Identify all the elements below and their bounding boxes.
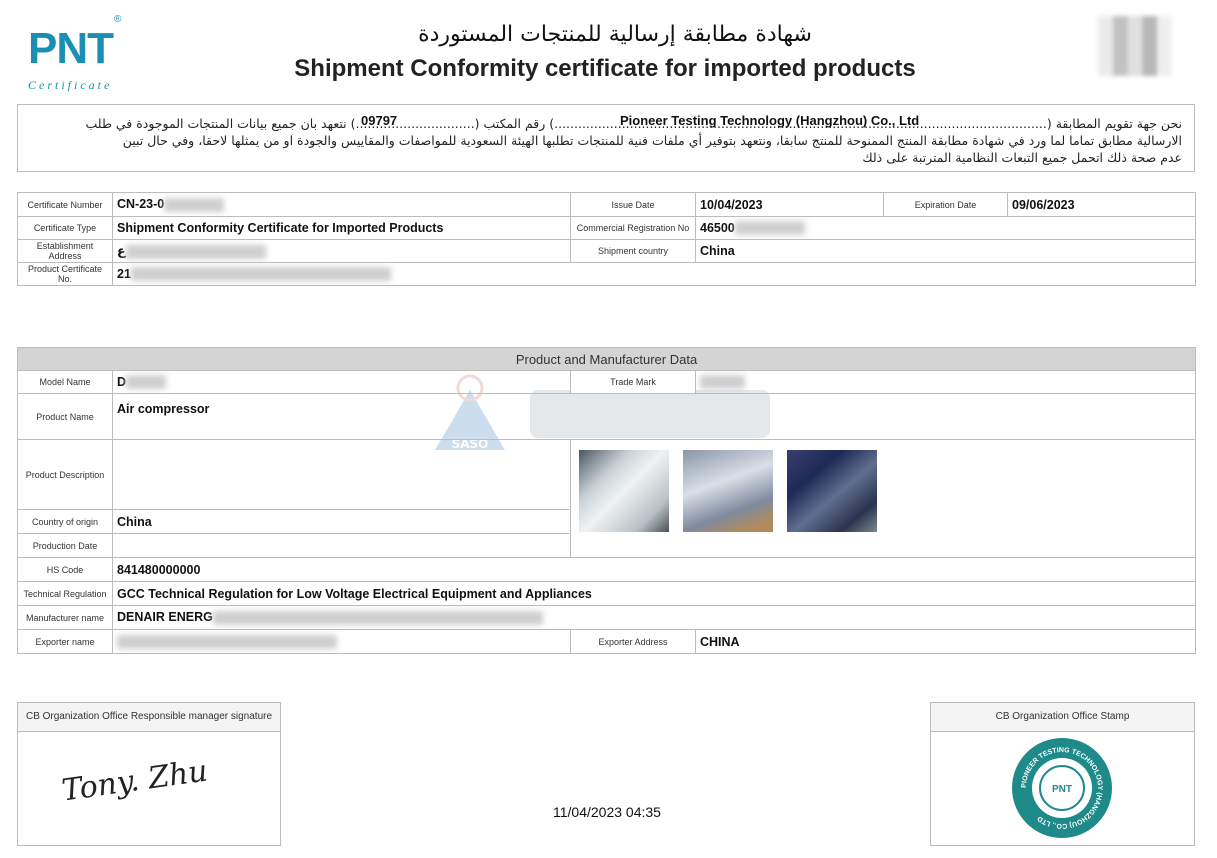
production-date-value [112, 533, 571, 558]
commercial-registration-label: Commercial Registration No [570, 216, 696, 240]
declaration-company: Pioneer Testing Technology (Hangzhou) Co… [620, 113, 920, 128]
logo-subtitle: Certificate [28, 78, 113, 92]
logo-registered: ® [114, 14, 122, 25]
exporter-address-value: CHINA [694, 629, 1197, 654]
country-origin-label: Country of origin [17, 509, 113, 534]
declaration-line-3: عدم صحة ذلك اتحمل جميع التبعات النظامية … [862, 150, 1182, 165]
certificate-number-label: Certificate Number [17, 192, 113, 217]
commercial-registration-value: 46500 [695, 216, 1196, 240]
expiration-date-value: 09/06/2023 [1007, 192, 1196, 217]
country-origin-value: China [112, 509, 571, 534]
product-certificate-label: Product Certificate No. [17, 262, 113, 286]
certificate-type-label: Certificate Type [17, 216, 113, 240]
shipment-country-value: China [695, 239, 1196, 263]
product-name-value: Air compressor [111, 393, 1197, 440]
signature-datetime: 11/04/2023 04:35 [553, 804, 661, 820]
manufacturer-name-label: Manufacturer name [17, 605, 113, 630]
signature-image: Tony. Zhu [60, 754, 210, 809]
signature-text: Tony. Zhu [60, 754, 210, 809]
product-photo-1 [579, 450, 669, 532]
exporter-name-label: Exporter name [17, 629, 113, 654]
establishment-address-label: Establishment Address [17, 239, 113, 263]
technical-regulation-label: Technical Regulation [17, 581, 113, 606]
pnt-logo: PNT ® Certificate [26, 14, 126, 94]
stamp-box: CB Organization Office Stamp PIONEER TES… [930, 702, 1195, 846]
hs-code-label: HS Code [17, 557, 113, 582]
product-photo-2 [683, 450, 773, 532]
model-name-label: Model Name [17, 370, 113, 394]
product-name-label: Product Name [17, 393, 113, 440]
stamp-center-text: PNT [1052, 784, 1072, 795]
establishment-address-value: ع [112, 239, 571, 263]
qr-code [1098, 16, 1172, 76]
shipment-country-label: Shipment country [570, 239, 696, 263]
product-certificate-value: 21 [112, 262, 1196, 286]
hs-code-value: 841480000000 [111, 557, 1197, 582]
exporter-name-value [112, 629, 571, 654]
declaration-box: نحن جهة تقويم المطابقة (................… [17, 104, 1195, 172]
product-description-label: Product Description [17, 439, 113, 510]
section-title: Product and Manufacturer Data [16, 347, 1197, 371]
product-table: Product and Manufacturer Data Model Name… [16, 347, 1197, 654]
company-stamp: PIONEER TESTING TECHNOLOGY (HANGZHOU) CO… [1012, 738, 1112, 838]
declaration-office-no: 09797 [361, 113, 398, 128]
product-description-value [112, 439, 571, 510]
declaration-line-2: الارسالية مطابق تماما لما ورد في شهادة م… [122, 133, 1182, 148]
title-arabic: شهادة مطابقة إرسالية للمنتجات المستوردة [418, 22, 812, 47]
issue-date-value: 10/04/2023 [695, 192, 884, 217]
issue-date-label: Issue Date [570, 192, 696, 217]
certificate-info-table: Certificate Number CN-23-0 Issue Date 10… [17, 192, 1196, 286]
trade-mark-value [694, 370, 1197, 394]
title-english: Shipment Conformity certificate for impo… [294, 55, 916, 82]
signature-box: CB Organization Office Responsible manag… [17, 702, 281, 846]
model-name-value: D [112, 370, 571, 394]
product-photo-3 [787, 450, 877, 532]
expiration-date-label: Expiration Date [883, 192, 1008, 217]
stamp-label: CB Organization Office Stamp [931, 703, 1194, 732]
exporter-address-label: Exporter Address [570, 629, 696, 654]
certificate-number-value: CN-23-0 [112, 192, 571, 217]
certificate-type-value: Shipment Conformity Certificate for Impo… [112, 216, 571, 240]
manufacturer-name-value: DENAIR ENERG [111, 605, 1197, 630]
declaration-line-1: نحن جهة تقويم المطابقة (................… [85, 116, 1182, 131]
product-photos [569, 439, 1197, 558]
trade-mark-label: Trade Mark [570, 370, 696, 394]
production-date-label: Production Date [17, 533, 113, 558]
technical-regulation-value: GCC Technical Regulation for Low Voltage… [111, 581, 1197, 606]
logo-mark: PNT [28, 24, 114, 73]
signature-label: CB Organization Office Responsible manag… [18, 703, 280, 732]
